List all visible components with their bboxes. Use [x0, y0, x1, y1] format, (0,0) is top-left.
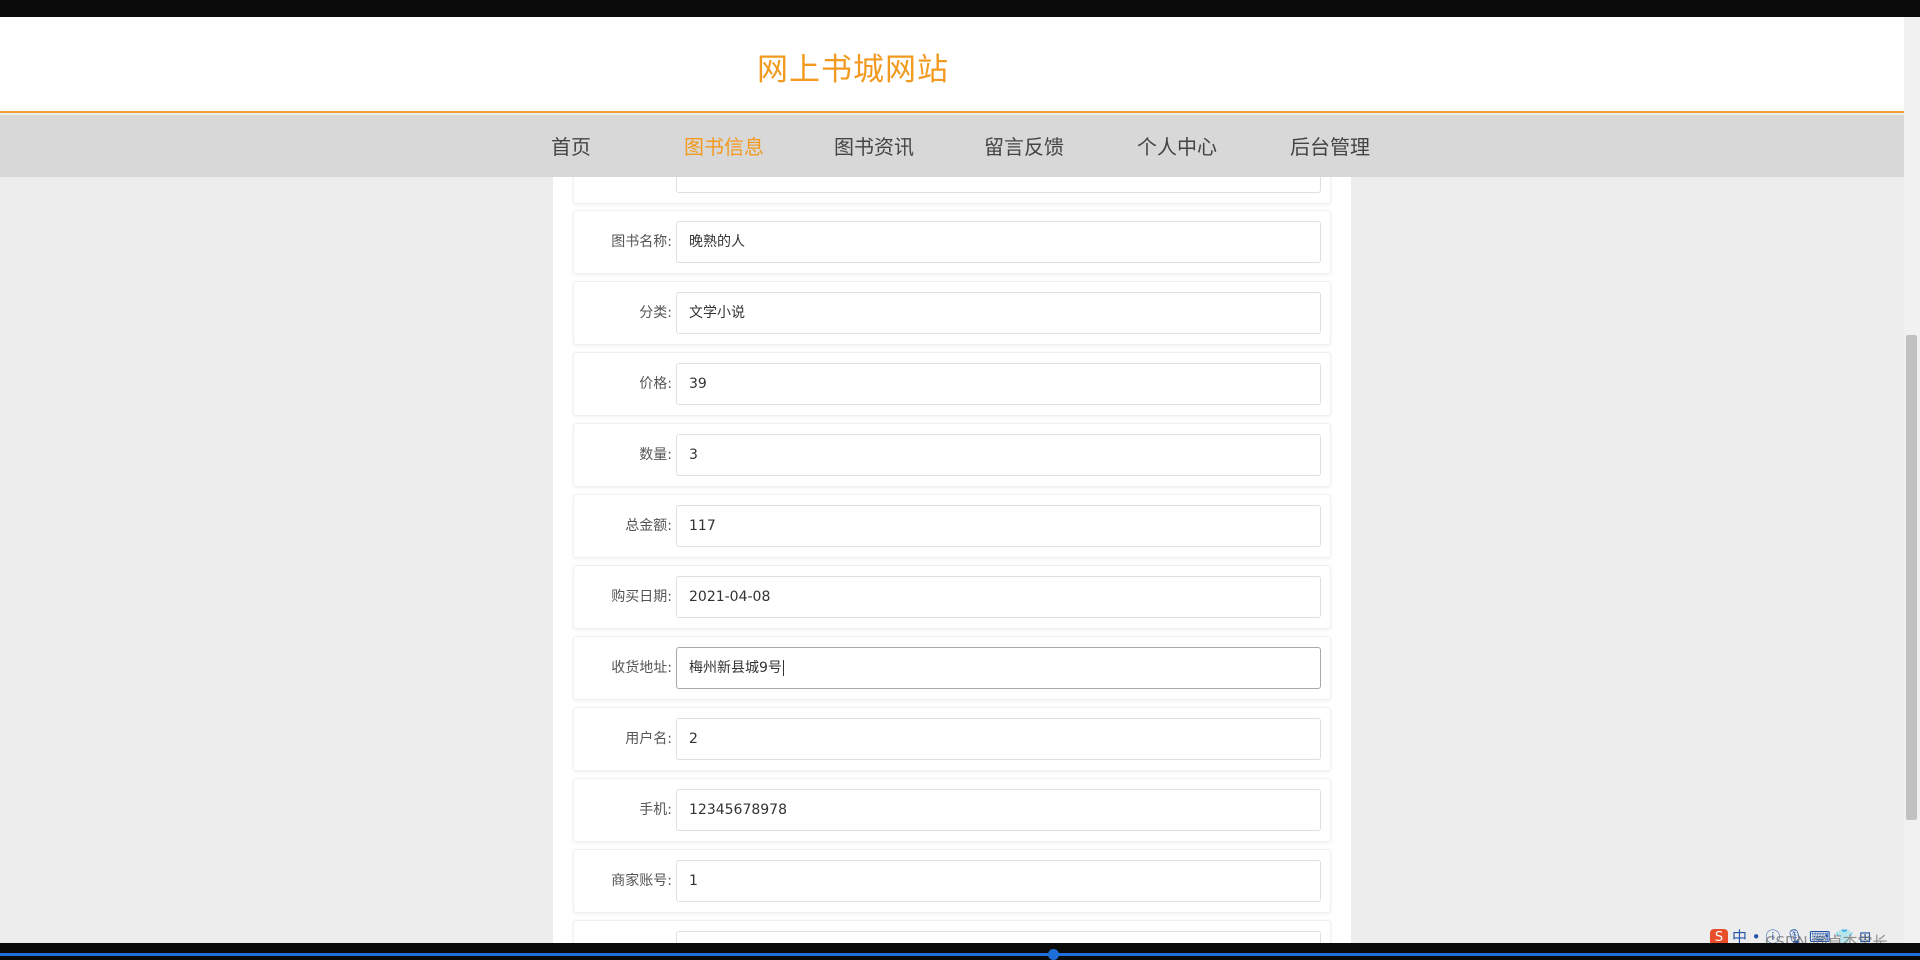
username-label: 用户名: [625, 731, 672, 747]
nav-feedback[interactable]: 留言反馈 [984, 131, 1064, 160]
merchant-account-label: 商家账号: [611, 873, 672, 889]
merchant-account-input[interactable]: 1 [676, 860, 1321, 902]
address-input[interactable]: 梅州新县城9号 [676, 647, 1321, 689]
nav-home[interactable]: 首页 [551, 131, 591, 160]
main-nav: 首页 图书信息 图书资讯 留言反馈 个人中心 后台管理 [0, 115, 1904, 177]
form-row-price: 价格: 39 [573, 352, 1331, 416]
category-input[interactable]: 文学小说 [676, 292, 1321, 334]
nav-personal-center[interactable]: 个人中心 [1137, 131, 1217, 160]
phone-label: 手机: [639, 802, 672, 818]
nav-admin[interactable]: 后台管理 [1290, 131, 1370, 160]
price-label: 价格: [639, 376, 672, 392]
address-value: 梅州新县城9号 [689, 660, 782, 676]
form-row-username: 用户名: 2 [573, 707, 1331, 771]
book-name-label: 图书名称: [611, 234, 672, 250]
taskbar [0, 943, 1920, 960]
top-partial-input[interactable] [676, 177, 1321, 193]
merchant-name-label: 商家名称: [611, 921, 672, 945]
phone-input[interactable]: 12345678978 [676, 789, 1321, 831]
form-row-total: 总金额: 117 [573, 494, 1331, 558]
address-label: 收货地址: [611, 660, 672, 676]
form-row-phone: 手机: 12345678978 [573, 778, 1331, 842]
purchase-date-input[interactable]: 2021-04-08 [676, 576, 1321, 618]
quantity-input[interactable]: 3 [676, 434, 1321, 476]
page-scrollbar-thumb[interactable] [1906, 335, 1917, 820]
category-label: 分类: [639, 305, 672, 321]
total-label: 总金额: [625, 518, 672, 534]
form-row-top-partial [573, 177, 1331, 204]
nav-book-info[interactable]: 图书信息 [684, 131, 764, 160]
form-row-book-name: 图书名称: 晚熟的人 [573, 210, 1331, 274]
price-input[interactable]: 39 [676, 363, 1321, 405]
video-progress-bar[interactable] [0, 953, 1920, 956]
book-name-input[interactable]: 晚熟的人 [676, 221, 1321, 263]
text-caret [782, 660, 784, 676]
window-top-bar [0, 0, 1920, 17]
purchase-date-label: 购买日期: [611, 589, 672, 605]
nav-book-news[interactable]: 图书资讯 [834, 131, 914, 160]
video-progress-handle[interactable] [1048, 949, 1059, 960]
order-form-body: 图书名称: 晚熟的人 分类: 文学小说 价格: 39 数量: 3 总金额: 11… [553, 177, 1351, 945]
site-header: 网上书城网站 [0, 17, 1904, 113]
form-row-quantity: 数量: 3 [573, 423, 1331, 487]
username-input[interactable]: 2 [676, 718, 1321, 760]
form-row-address: 收货地址: 梅州新县城9号 [573, 636, 1331, 700]
form-row-merchant-name: 商家名称: 书芳 [573, 920, 1331, 945]
form-row-category: 分类: 文学小说 [573, 281, 1331, 345]
site-title: 网上书城网站 [757, 52, 949, 88]
form-row-merchant-account: 商家账号: 1 [573, 849, 1331, 913]
total-input[interactable]: 117 [676, 505, 1321, 547]
quantity-label: 数量: [639, 447, 672, 463]
form-row-purchase-date: 购买日期: 2021-04-08 [573, 565, 1331, 629]
